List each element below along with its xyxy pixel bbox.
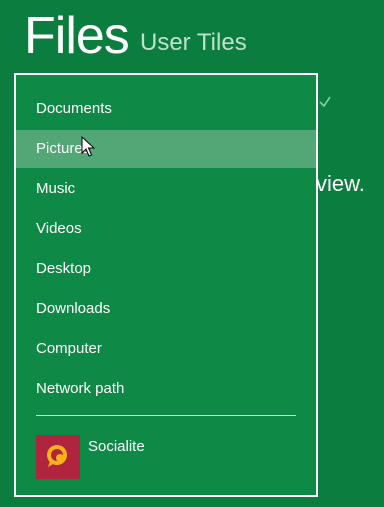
app-label-socialite: Socialite bbox=[88, 438, 145, 455]
mouse-cursor-icon bbox=[81, 136, 95, 157]
menu-item-downloads[interactable]: Downloads bbox=[16, 290, 316, 328]
checkmark-icon bbox=[319, 96, 331, 108]
menu-item-videos[interactable]: Videos bbox=[16, 210, 316, 248]
menu-item-computer[interactable]: Computer bbox=[16, 330, 316, 368]
menu-item-documents[interactable]: Documents bbox=[16, 90, 316, 128]
page-subtitle: User Tiles bbox=[140, 29, 247, 56]
background-text: view. bbox=[316, 171, 365, 196]
location-picker-menu: Documents Pictures Music Videos Desktop … bbox=[14, 73, 318, 497]
menu-item-pictures[interactable]: Pictures bbox=[16, 130, 316, 168]
page-title: Files bbox=[24, 7, 130, 65]
socialite-app-icon bbox=[36, 435, 80, 479]
menu-item-music[interactable]: Music bbox=[16, 170, 316, 208]
menu-item-network-path[interactable]: Network path bbox=[16, 370, 316, 408]
app-item-socialite[interactable]: Socialite bbox=[36, 435, 296, 481]
menu-divider bbox=[36, 415, 296, 416]
menu-item-desktop[interactable]: Desktop bbox=[16, 250, 316, 288]
